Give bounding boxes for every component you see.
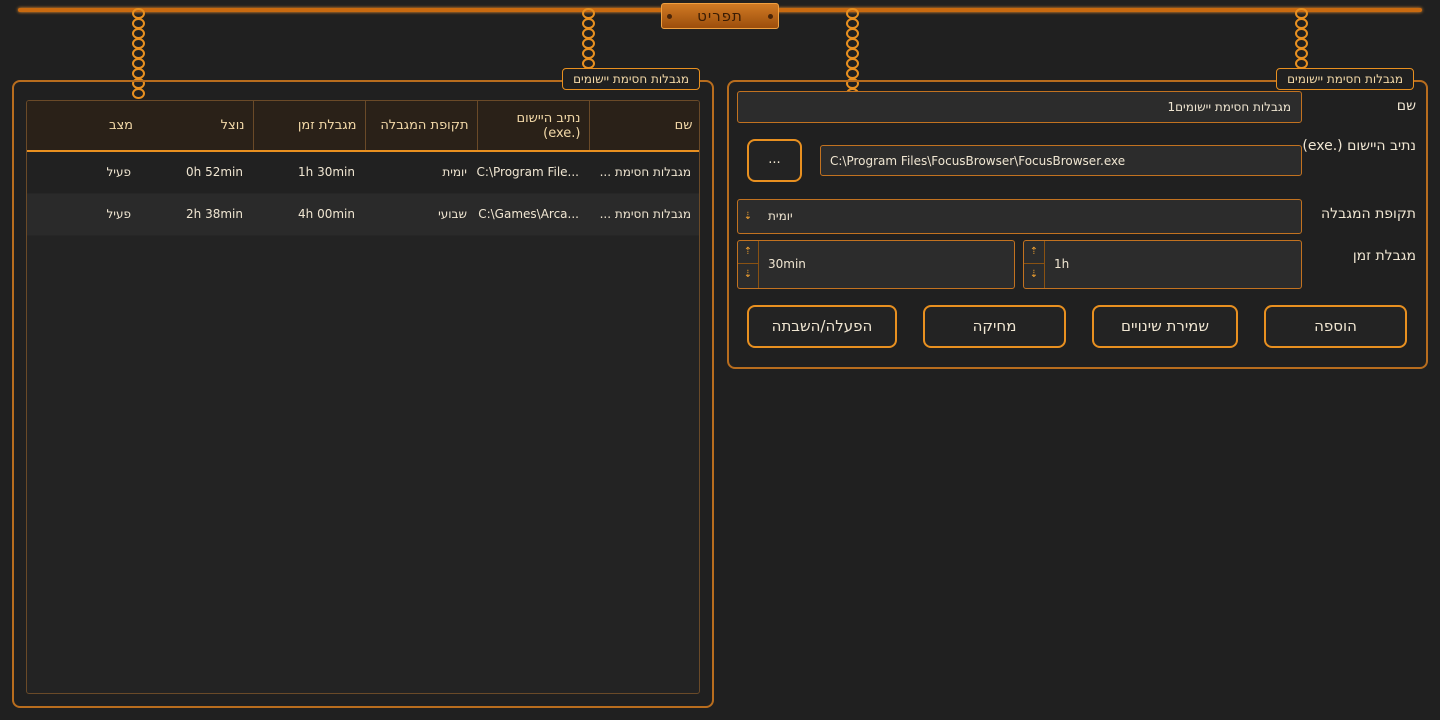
- minutes-value: 30min: [768, 257, 806, 271]
- hours-spinbox[interactable]: ⇡ ⇣ 1h: [1023, 240, 1302, 289]
- limit-label: מגבלת זמן: [1352, 248, 1416, 264]
- add-button[interactable]: הוספה: [1264, 305, 1407, 348]
- column-header-path[interactable]: נתיב היישום (.exe): [477, 101, 590, 152]
- path-input[interactable]: C:\Program Files\FocusBrowser\FocusBrows…: [820, 145, 1302, 176]
- column-header-status[interactable]: מצב: [27, 101, 141, 152]
- path-label: נתיב היישום (.exe): [1302, 138, 1416, 154]
- period-value: יומית: [768, 209, 793, 223]
- cell-path: ...C:\Program File: [477, 151, 589, 194]
- panel-title: מגבלות חסימת יישומים: [1276, 68, 1414, 90]
- cell-status: פעיל: [27, 151, 141, 194]
- limits-table[interactable]: שם נתיב היישום (.exe) תקופת המגבלה מגבלת…: [26, 100, 700, 694]
- toggle-button[interactable]: הפעלה/השבתה: [747, 305, 897, 348]
- menu-label: תפריט: [697, 7, 743, 25]
- table-header: שם נתיב היישום (.exe) תקופת המגבלה מגבלת…: [27, 101, 699, 152]
- table-row[interactable]: מגבלות חסימת ... ...C:\Program File יומי…: [27, 151, 699, 194]
- menu-button[interactable]: תפריט: [661, 3, 779, 29]
- cell-period: שבועי: [365, 193, 477, 236]
- name-label: שם: [1396, 98, 1416, 114]
- cell-status: פעיל: [27, 193, 141, 236]
- column-header-limit[interactable]: מגבלת זמן: [253, 101, 366, 152]
- hours-value: 1h: [1054, 257, 1070, 271]
- column-header-name[interactable]: שם: [589, 101, 699, 152]
- column-header-period[interactable]: תקופת המגבלה: [365, 101, 478, 152]
- column-header-used[interactable]: נוצל: [141, 101, 254, 152]
- browse-button[interactable]: ...: [747, 139, 802, 182]
- name-input[interactable]: מגבלות חסימת יישומים1: [737, 91, 1302, 123]
- cell-used: 0h 52min: [141, 151, 253, 194]
- panel-title: מגבלות חסימת יישומים: [562, 68, 700, 90]
- rivet-icon: [667, 14, 672, 19]
- cell-period: יומית: [365, 151, 477, 194]
- cell-path: ...C:\Games\Arca: [477, 193, 589, 236]
- cell-name: מגבלות חסימת ...: [589, 193, 699, 236]
- period-label: תקופת המגבלה: [1321, 206, 1416, 222]
- save-changes-button[interactable]: שמירת שינויים: [1092, 305, 1238, 348]
- spin-arrows-icon[interactable]: ⇡ ⇣: [738, 241, 759, 288]
- cell-name: מגבלות חסימת ...: [589, 151, 699, 194]
- table-row[interactable]: מגבלות חסימת ... ...C:\Games\Arca שבועי …: [27, 193, 699, 236]
- cell-limit: 4h 00min: [253, 193, 365, 236]
- cell-used: 2h 38min: [141, 193, 253, 236]
- cell-limit: 1h 30min: [253, 151, 365, 194]
- rivet-icon: [768, 14, 773, 19]
- period-select[interactable]: ⇣ יומית: [737, 199, 1302, 234]
- spin-arrows-icon[interactable]: ⇡ ⇣: [1024, 241, 1045, 288]
- delete-button[interactable]: מחיקה: [923, 305, 1066, 348]
- minutes-spinbox[interactable]: ⇡ ⇣ 30min: [737, 240, 1015, 289]
- chevron-down-icon: ⇣: [743, 211, 753, 222]
